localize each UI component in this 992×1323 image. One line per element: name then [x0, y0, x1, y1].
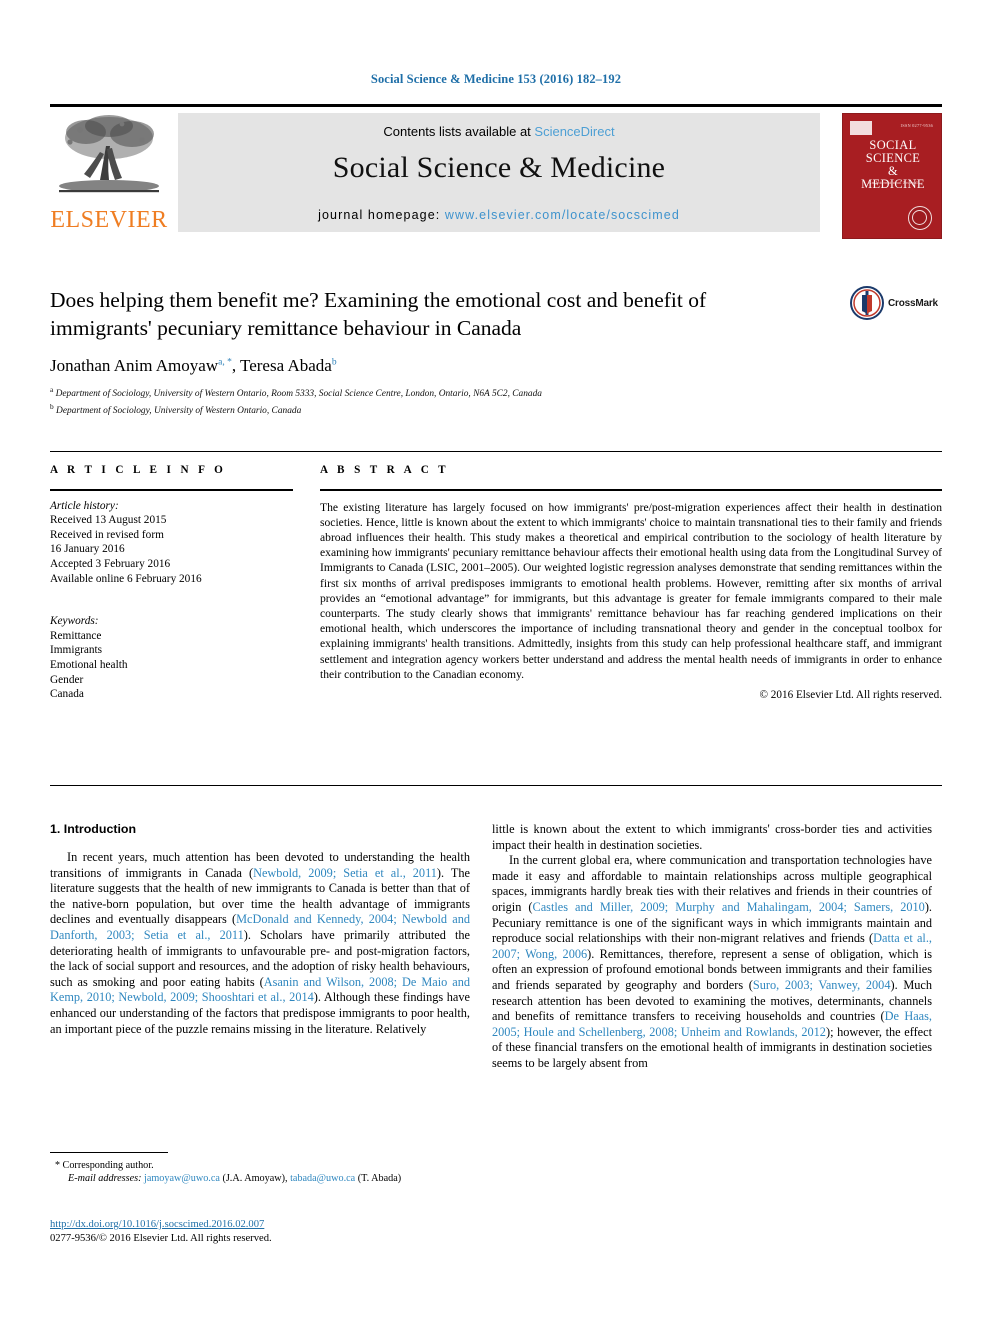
article-info-rule	[50, 489, 293, 491]
cover-subtitle: An International Journal	[868, 180, 918, 185]
affiliation-text: Department of Sociology, University of W…	[56, 405, 302, 416]
crossmark-icon	[850, 286, 884, 320]
body-column-right: little is known about the extent to whic…	[492, 822, 932, 1072]
email-owner: (J.A. Amoyaw)	[222, 1173, 285, 1185]
affiliation-mark: b	[50, 401, 54, 411]
page-title: Does helping them benefit me? Examining …	[50, 288, 707, 340]
author-affiliation-mark: b	[331, 357, 337, 368]
history-item: Available online 6 February 2016	[50, 572, 202, 585]
footnote-rule	[50, 1152, 168, 1153]
article-history: Article history: Received 13 August 2015…	[50, 499, 293, 587]
email-label: E-mail addresses:	[68, 1173, 142, 1185]
history-item: 16 January 2016	[50, 543, 125, 556]
cover-publisher-mark	[850, 121, 872, 135]
homepage-label: journal homepage:	[318, 208, 445, 222]
affiliation-mark: a	[50, 385, 54, 394]
abstract-text: The existing literature has largely focu…	[320, 500, 942, 681]
masthead-banner: Contents lists available at ScienceDirec…	[178, 113, 820, 232]
affiliation-item: b Department of Sociology, University of…	[50, 401, 942, 418]
abstract-rule	[320, 489, 942, 491]
keyword-item: Canada	[50, 688, 84, 701]
email-owner: (T. Abada)	[357, 1173, 402, 1185]
sciencedirect-link[interactable]: ScienceDirect	[534, 124, 614, 139]
email-addresses-note: E-mail addresses: jamoyaw@uwo.ca (J.A. A…	[68, 1173, 402, 1185]
journal-title: Social Science & Medicine	[332, 151, 666, 184]
history-item: Received in revised form	[50, 528, 164, 541]
paper-page: Social Science & Medicine 153 (2016) 182…	[0, 0, 992, 1323]
author-name: Teresa Abada	[240, 356, 332, 375]
article-info-heading: A R T I C L E I N F O	[50, 464, 227, 476]
abstract-column: A B S T R A C T The existing literature …	[320, 464, 942, 701]
affiliation-list: a Department of Sociology, University of…	[50, 384, 942, 417]
author-list: Jonathan Anim Amoyawa, *, Teresa Abadab	[50, 356, 942, 376]
keywords-label: Keywords:	[50, 615, 99, 628]
keyword-item: Gender	[50, 673, 84, 686]
doi-link[interactable]: http://dx.doi.org/10.1016/j.socscimed.20…	[50, 1218, 490, 1232]
cover-issn: ISSN 0277-9536	[900, 123, 933, 128]
body-paragraph: In recent years, much attention has been…	[50, 850, 470, 1037]
crossmark-badge[interactable]: CrossMark	[850, 286, 942, 332]
email-link[interactable]: tabada@uwo.ca	[290, 1173, 355, 1184]
citation-link[interactable]: Newbold, 2009; Setia et al., 2011	[253, 866, 437, 880]
history-item: Accepted 3 February 2016	[50, 557, 171, 570]
running-head: Social Science & Medicine 153 (2016) 182…	[370, 72, 622, 86]
crossmark-label: CrossMark	[888, 297, 938, 309]
affiliation-item: a Department of Sociology, University of…	[50, 384, 942, 401]
journal-homepage-line: journal homepage: www.elsevier.com/locat…	[178, 208, 820, 222]
body-paragraph: In the current global era, where communi…	[492, 853, 932, 1071]
cover-seal-icon	[908, 206, 932, 230]
history-item: Received 13 August 2015	[50, 514, 167, 527]
keyword-item: Remittance	[50, 629, 102, 642]
contents-line: Contents lists available at ScienceDirec…	[178, 124, 820, 139]
article-header: Does helping them benefit me? Examining …	[50, 286, 942, 417]
section-heading-introduction: 1. Introduction	[50, 822, 137, 836]
article-info-column: A R T I C L E I N F O Article history: R…	[50, 464, 293, 702]
keyword-list: Keywords: Remittance Immigrants Emotiona…	[50, 614, 293, 702]
body-text: little is known about the extent to whic…	[492, 822, 932, 852]
abstract-copyright: © 2016 Elsevier Ltd. All rights reserved…	[759, 689, 943, 702]
body-column-left: 1. Introduction In recent years, much at…	[50, 822, 470, 1037]
corresponding-author-text: Corresponding author.	[62, 1160, 154, 1171]
elsevier-logo: ELSEVIER	[50, 112, 168, 234]
citation-link[interactable]: Suro, 2003; Vanwey, 2004	[753, 978, 891, 992]
footnote-star-mark: *	[55, 1160, 60, 1171]
masthead-top-rule	[50, 104, 942, 107]
elsevier-tree-icon	[59, 115, 159, 193]
issn-copyright-line: 0277-9536/© 2016 Elsevier Ltd. All right…	[50, 1233, 272, 1244]
keyword-item: Immigrants	[50, 644, 103, 657]
author-name: Jonathan Anim Amoyaw	[50, 356, 219, 375]
email-link[interactable]: jamoyaw@uwo.ca	[144, 1173, 220, 1184]
info-top-rule	[50, 451, 942, 452]
affiliation-text: Department of Sociology, University of W…	[55, 389, 542, 400]
elsevier-wordmark: ELSEVIER	[50, 207, 168, 233]
abstract-heading: A B S T R A C T	[320, 464, 450, 476]
author-separator: ,	[231, 356, 241, 375]
journal-masthead: ELSEVIER Contents lists available at Sci…	[50, 104, 942, 239]
footnote-block: * Corresponding author. E-mail addresses…	[50, 1152, 470, 1186]
body-paragraph: little is known about the extent to whic…	[492, 822, 932, 853]
corresponding-author-note: * Corresponding author.	[50, 1159, 470, 1172]
homepage-url-link[interactable]: www.elsevier.com/locate/socscimed	[445, 208, 680, 222]
footer-doi-block: http://dx.doi.org/10.1016/j.socscimed.20…	[50, 1218, 490, 1246]
journal-cover-thumbnail: ISSN 0277-9536 SOCIAL SCIENCE & MEDICINE…	[842, 113, 942, 239]
article-history-label: Article history:	[50, 499, 119, 512]
contents-prefix: Contents lists available at	[383, 124, 535, 139]
citation-link[interactable]: Castles and Miller, 2009; Murphy and Mah…	[533, 900, 925, 914]
author-affiliation-mark: a, *	[218, 357, 232, 368]
keyword-item: Emotional health	[50, 658, 128, 671]
abstract-bottom-rule	[50, 785, 942, 786]
